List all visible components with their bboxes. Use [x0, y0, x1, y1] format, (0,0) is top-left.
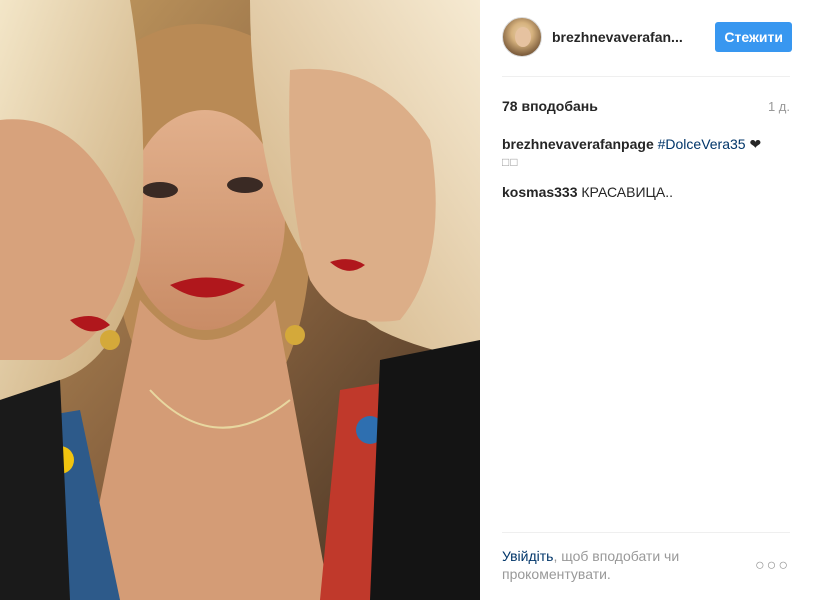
- post-photo[interactable]: [0, 0, 480, 600]
- follow-button[interactable]: Стежити: [715, 22, 792, 52]
- list-item: kosmas333 КРАСАВИЦА..: [502, 183, 790, 201]
- post-header: brezhnevaverafan... Стежити: [502, 16, 792, 58]
- comment-text: КРАСАВИЦА..: [581, 184, 674, 200]
- login-link[interactable]: Увійдіть: [502, 548, 553, 564]
- likes-count[interactable]: 78 вподобань: [502, 98, 598, 114]
- caption: brezhnevaverafanpage #DolceVera35 ❤ □□: [502, 135, 790, 171]
- post-details-panel: brezhnevaverafan... Стежити 78 вподобань…: [480, 0, 813, 600]
- post-footer: Увійдіть, щоб вподобати чи прокоментуват…: [502, 547, 790, 583]
- caption-unrendered-glyphs: □□: [502, 155, 519, 169]
- photo-illustration: [0, 0, 480, 600]
- more-options-icon[interactable]: ○○○: [755, 557, 790, 575]
- post-author-username[interactable]: brezhnevaverafan...: [552, 29, 692, 45]
- comment-author[interactable]: kosmas333: [502, 184, 578, 200]
- footer-divider: [502, 532, 790, 533]
- heart-emoji: ❤: [749, 136, 762, 152]
- post-timestamp[interactable]: 1 д.: [768, 99, 790, 114]
- comments-list: brezhnevaverafanpage #DolceVera35 ❤ □□ k…: [502, 135, 790, 213]
- header-divider: [502, 76, 790, 77]
- likes-row: 78 вподобань 1 д.: [502, 98, 790, 114]
- login-prompt: Увійдіть, щоб вподобати чи прокоментуват…: [502, 547, 722, 583]
- avatar[interactable]: [502, 17, 542, 57]
- caption-hashtag[interactable]: #DolceVera35: [658, 136, 746, 152]
- caption-author[interactable]: brezhnevaverafanpage: [502, 136, 654, 152]
